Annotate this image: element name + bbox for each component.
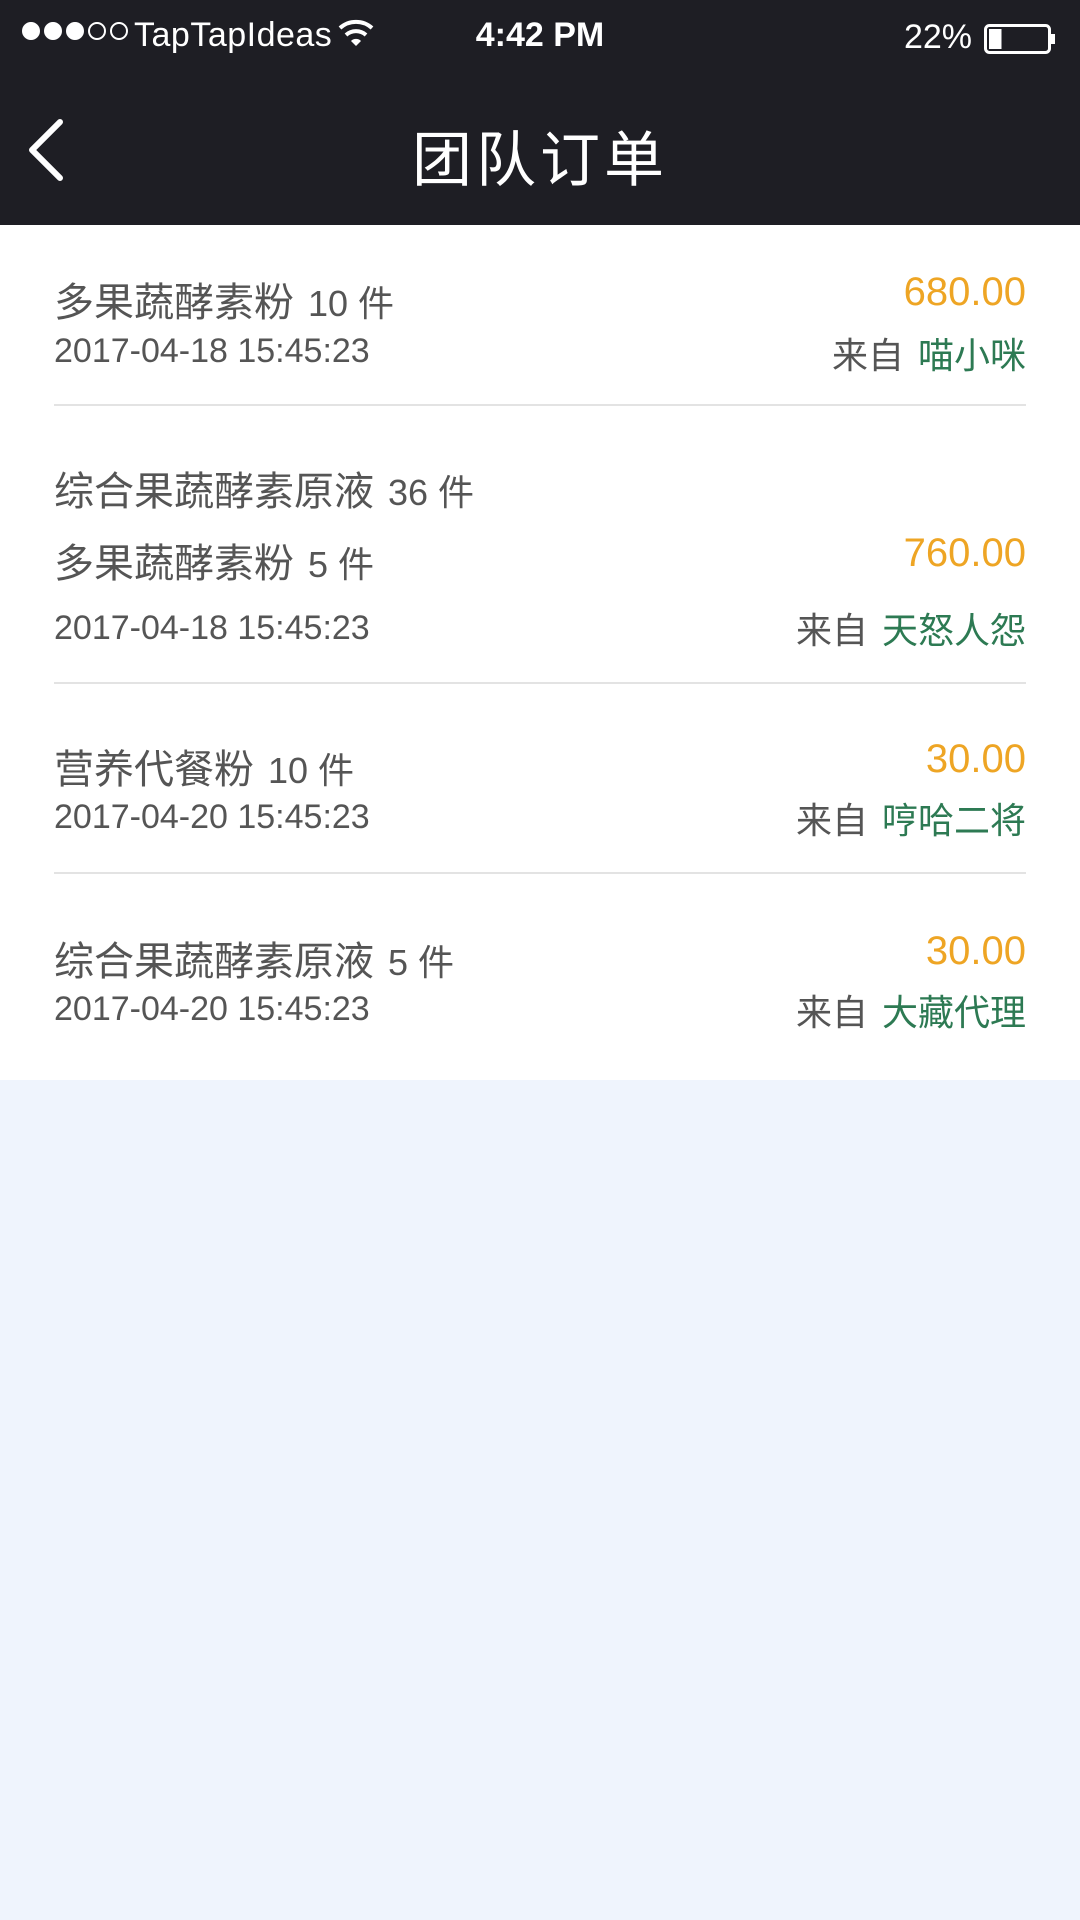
- header: TapTapIdeas 4:42 PM 22% 团队订单: [0, 0, 1080, 225]
- sender-name: 大藏代理: [881, 992, 1026, 1033]
- product-quantity: 36 件: [388, 472, 475, 513]
- sender-name: 哼哈二将: [881, 800, 1026, 841]
- order-row[interactable]: 综合果蔬酵素原液 5 件 2017-04-20 15:45:23 30.00 来自…: [54, 874, 1026, 1080]
- page-title: 团队订单: [412, 127, 668, 194]
- sender-name: 喵小咪: [917, 335, 1026, 376]
- product-name: 综合果蔬酵素原液: [54, 470, 374, 514]
- order-date: 2017-04-20 15:45:23: [54, 990, 370, 1028]
- order-date: 2017-04-18 15:45:23: [54, 609, 370, 647]
- status-bar: TapTapIdeas 4:42 PM 22%: [0, 0, 1080, 76]
- nav-bar: 团队订单: [0, 76, 1080, 225]
- from-label: 来自: [795, 800, 868, 841]
- product-quantity: 5 件: [388, 942, 455, 983]
- order-date: 2017-04-18 15:45:23: [54, 332, 370, 370]
- product-quantity: 5 件: [308, 544, 375, 585]
- from-label: 来自: [795, 992, 868, 1033]
- order-row[interactable]: 多果蔬酵素粉 10 件 2017-04-18 15:45:23 680.00 来自…: [54, 225, 1026, 406]
- order-from: 来自 哼哈二将: [796, 792, 1026, 844]
- product-name: 多果蔬酵素粉: [54, 281, 294, 325]
- order-item: 营养代餐粉 10 件: [54, 737, 354, 795]
- sender-name: 天怒人怨: [881, 610, 1026, 651]
- product-quantity: 10 件: [308, 283, 395, 324]
- order-row[interactable]: 综合果蔬酵素原液 36 件 多果蔬酵素粉 5 件 2017-04-18 15:45:…: [54, 406, 1026, 684]
- order-row[interactable]: 营养代餐粉 10 件 2017-04-20 15:45:23 30.00 来自 哼哈…: [54, 684, 1026, 874]
- order-amount: 30.00: [925, 929, 1026, 973]
- product-name: 多果蔬酵素粉: [54, 542, 294, 586]
- order-amount: 680.00: [903, 270, 1026, 314]
- order-date: 2017-04-20 15:45:23: [54, 798, 370, 836]
- order-item: 综合果蔬酵素原液 5 件: [54, 929, 454, 987]
- product-name: 营养代餐粉: [54, 748, 254, 792]
- order-amount: 30.00: [925, 737, 1026, 781]
- from-label: 来自: [831, 335, 904, 376]
- order-from: 来自 天怒人怨: [796, 602, 1026, 654]
- product-name: 综合果蔬酵素原液: [54, 940, 374, 984]
- order-item: 综合果蔬酵素原液 36 件: [54, 459, 474, 517]
- order-list: 多果蔬酵素粉 10 件 2017-04-18 15:45:23 680.00 来自…: [0, 225, 1080, 1080]
- battery-icon: [984, 24, 1055, 54]
- order-item: 多果蔬酵素粉 5 件: [54, 531, 374, 589]
- battery-percent: 22%: [903, 18, 972, 56]
- order-item: 多果蔬酵素粉 10 件: [54, 270, 394, 328]
- product-quantity: 10 件: [268, 750, 355, 791]
- from-label: 来自: [795, 610, 868, 651]
- order-from: 来自 大藏代理: [796, 984, 1026, 1036]
- order-from: 来自 喵小咪: [832, 327, 1026, 379]
- order-amount: 760.00: [903, 531, 1026, 575]
